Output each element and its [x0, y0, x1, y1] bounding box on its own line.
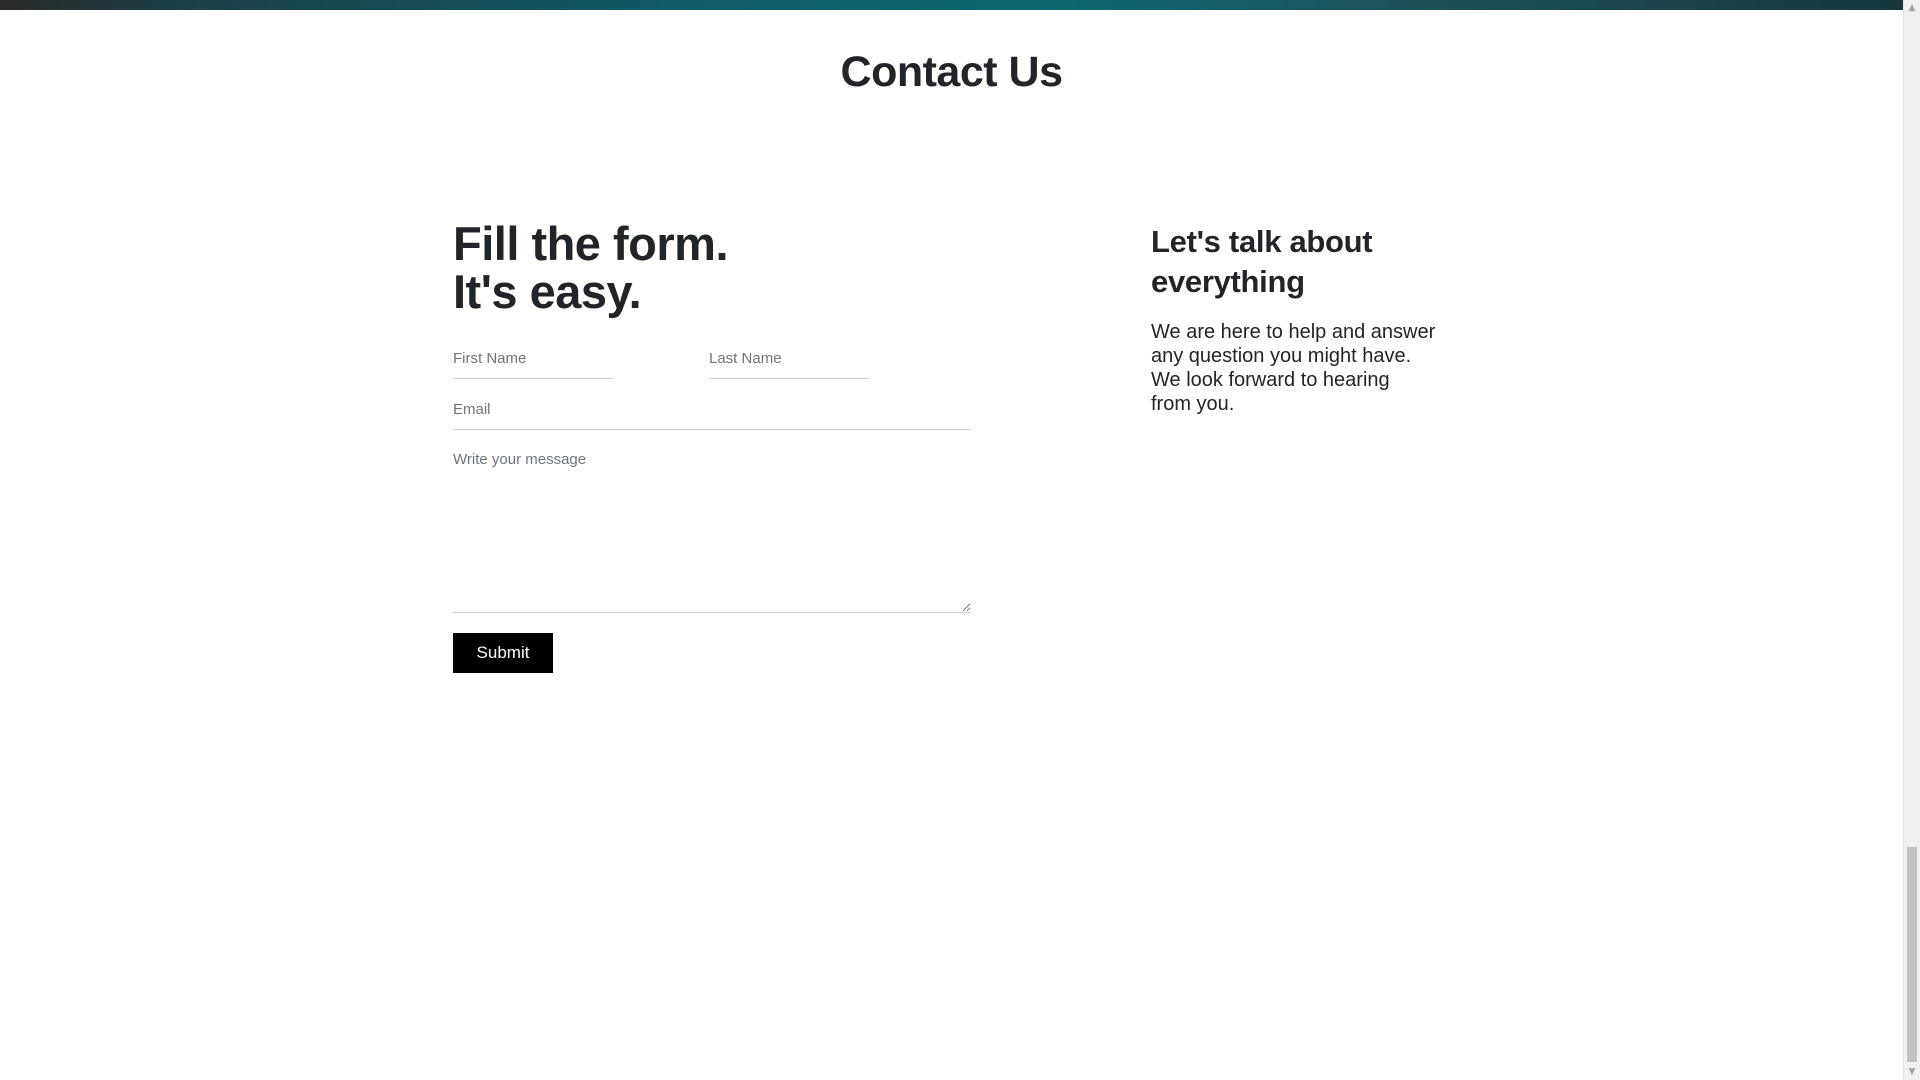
name-row: [453, 338, 971, 380]
message-field[interactable]: [453, 441, 971, 613]
info-body-line2: any question you might have.: [1151, 345, 1412, 367]
last-name-field[interactable]: [709, 338, 869, 379]
form-heading-line1: Fill the form.: [453, 217, 729, 270]
contact-info-column: Let's talk about everything We are here …: [1151, 222, 1451, 416]
email-field[interactable]: [453, 389, 971, 430]
scroll-up-icon[interactable]: ▲: [1904, 0, 1920, 16]
info-heading-line1: Let's talk about: [1151, 224, 1373, 259]
info-body: We are here to help and answer any quest…: [1151, 320, 1451, 416]
contact-form-column: Fill the form. It's easy. Submit: [453, 220, 971, 673]
page: Contact Us Fill the form. It's easy. Sub…: [0, 0, 1920, 1080]
page-scrollbar[interactable]: ▲ ▼: [1903, 0, 1920, 1080]
hero-image-edge: [0, 0, 1903, 10]
scrollbar-thumb[interactable]: [1907, 847, 1917, 1062]
form-heading: Fill the form. It's easy.: [453, 220, 971, 316]
info-body-line3: We look forward to hearing: [1151, 369, 1390, 391]
info-heading-line2: everything: [1151, 264, 1305, 299]
info-body-line4: from you.: [1151, 393, 1235, 415]
page-title: Contact Us: [840, 48, 1063, 96]
first-name-field[interactable]: [453, 338, 613, 379]
info-heading: Let's talk about everything: [1151, 222, 1451, 302]
scroll-down-icon[interactable]: ▼: [1904, 1064, 1920, 1080]
info-body-line1: We are here to help and answer: [1151, 321, 1436, 343]
submit-button[interactable]: Submit: [453, 633, 553, 673]
form-heading-line2: It's easy.: [453, 265, 642, 318]
contact-form: Submit: [453, 338, 971, 673]
